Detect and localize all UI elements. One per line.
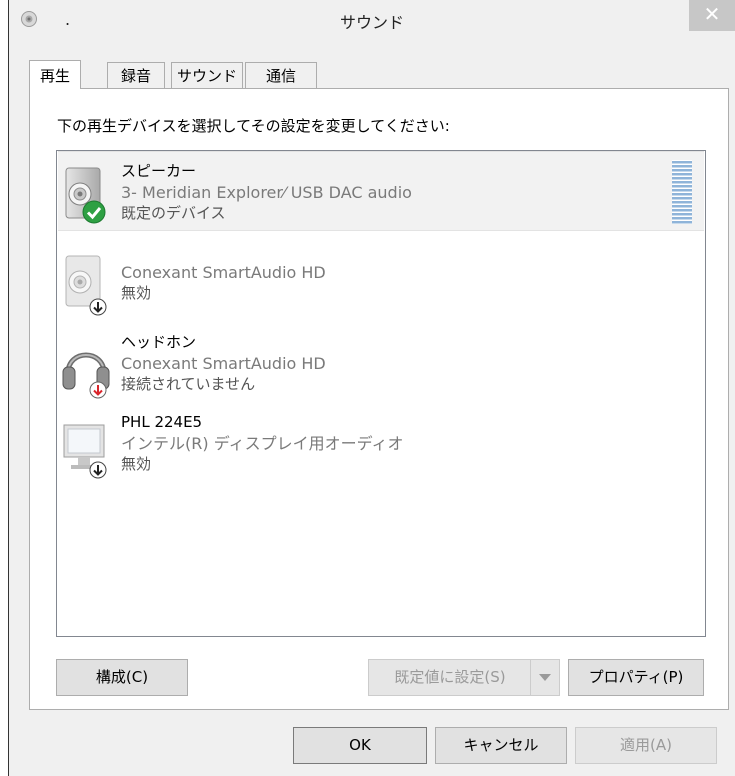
window-title: サウンド — [339, 13, 404, 32]
disabled-arrow-icon — [89, 298, 107, 316]
default-check-icon — [82, 200, 106, 224]
device-text: ヘッドホン Conexant SmartAudio HD 接続されていません — [121, 332, 326, 395]
device-description: 3- Meridian Explorer⁄ USB DAC audio — [121, 183, 412, 202]
tab-communications[interactable]: 通信 — [245, 62, 317, 88]
device-description: Conexant SmartAudio HD — [121, 263, 326, 282]
device-text: スピーカー 3- Meridian Explorer⁄ USB DAC audi… — [121, 161, 412, 224]
device-item-conexant[interactable]: Conexant SmartAudio HD 無効 — [58, 240, 704, 320]
device-text: Conexant SmartAudio HD 無効 — [121, 262, 326, 304]
playback-panel: 下の再生デバイスを選択してその設定を変更してください: スピーカー 3- Mer… — [29, 88, 729, 710]
device-description: Conexant SmartAudio HD — [121, 354, 326, 373]
device-item-phl-monitor[interactable]: PHL 224E5 インテル(R) ディスプレイ用オーディオ 無効 — [58, 403, 704, 483]
device-text: PHL 224E5 インテル(R) ディスプレイ用オーディオ 無効 — [121, 412, 403, 475]
set-default-label: 既定値に設定(S) — [394, 668, 506, 686]
disabled-arrow-icon — [89, 461, 107, 479]
device-status: 無効 — [121, 455, 152, 473]
volume-level-meter — [672, 160, 692, 224]
close-icon: ✕ — [703, 2, 721, 26]
background-window-edge — [0, 0, 9, 776]
set-default-button[interactable]: 既定値に設定(S) — [368, 659, 560, 696]
set-default-dropdown[interactable] — [530, 660, 559, 695]
device-status: 既定のデバイス — [121, 204, 226, 222]
unplugged-arrow-icon — [89, 381, 107, 399]
device-list[interactable]: スピーカー 3- Meridian Explorer⁄ USB DAC audi… — [56, 150, 706, 637]
title-bar: . サウンド ✕ — [9, 0, 735, 42]
instruction-text: 下の再生デバイスを選択してその設定を変更してください: — [57, 117, 450, 135]
device-status: 接続されていません — [121, 375, 256, 393]
device-name: スピーカー — [121, 162, 197, 180]
apply-button[interactable]: 適用(A) — [575, 727, 717, 764]
device-status: 無効 — [121, 284, 152, 302]
tab-playback[interactable]: 再生 — [29, 60, 81, 89]
properties-button[interactable]: プロパティ(P) — [568, 659, 704, 696]
ok-button[interactable]: OK — [293, 727, 427, 764]
cancel-button[interactable]: キャンセル — [435, 727, 567, 764]
close-button[interactable]: ✕ — [689, 0, 735, 31]
device-item-headphones[interactable]: ヘッドホン Conexant SmartAudio HD 接続されていません — [58, 323, 704, 403]
device-description: インテル(R) ディスプレイ用オーディオ — [121, 434, 404, 453]
tab-recording[interactable]: 録音 — [107, 62, 165, 88]
device-name: PHL 224E5 — [121, 413, 203, 431]
sound-dialog: . サウンド ✕ 再生 録音 サウンド 通信 下の再生デバイスを選択してその設定… — [9, 0, 735, 776]
chevron-down-icon — [539, 674, 551, 681]
configure-button[interactable]: 構成(C) — [56, 659, 188, 696]
device-name: ヘッドホン — [121, 333, 197, 351]
device-item-speaker[interactable]: スピーカー 3- Meridian Explorer⁄ USB DAC audi… — [58, 151, 704, 231]
tab-sounds[interactable]: サウンド — [171, 62, 243, 88]
